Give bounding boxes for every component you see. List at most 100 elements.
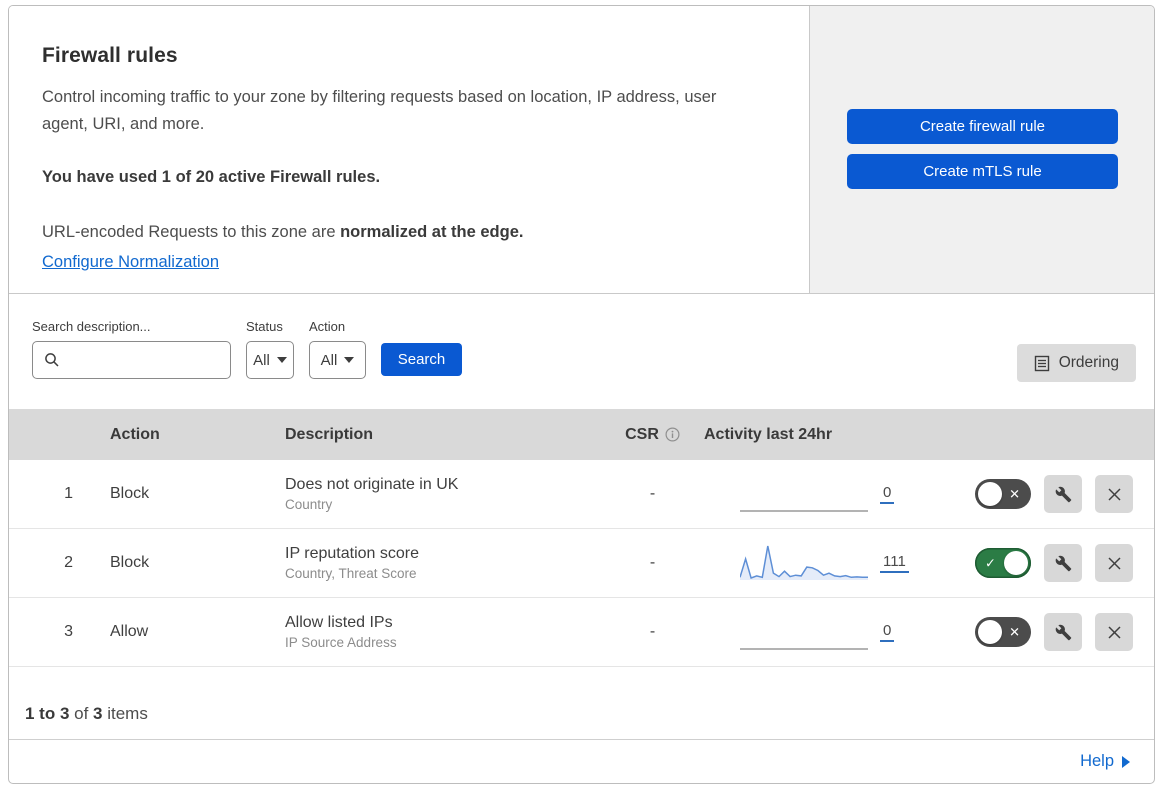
normalization-prefix: URL-encoded Requests to this zone are	[42, 223, 341, 242]
search-button[interactable]: Search	[381, 343, 462, 376]
delete-rule-button[interactable]	[1095, 475, 1133, 513]
rule-fields: Country, Threat Score	[285, 566, 417, 581]
usage-summary: You have used 1 of 20 active Firewall ru…	[42, 168, 381, 187]
check-icon: ✓	[985, 555, 996, 571]
toggle-knob	[1004, 551, 1028, 575]
rule-description-cell: Does not originate in UK Country	[272, 476, 587, 512]
action-filter-group: Action All	[309, 319, 366, 379]
table-row: 3 Allow Allow listed IPs IP Source Addre…	[9, 598, 1154, 667]
rule-description: Allow listed IPs	[285, 614, 393, 631]
filter-bar: Search description... Status All Action	[9, 294, 1154, 409]
status-filter-group: Status All	[246, 319, 294, 379]
top-section: Firewall rules Control incoming traffic …	[9, 6, 1154, 294]
status-label: Status	[246, 319, 283, 334]
rule-csr-value: -	[649, 623, 656, 640]
action-label: Action	[309, 319, 346, 334]
description-column-header: Description	[285, 425, 374, 443]
activity-sparkline	[740, 473, 868, 515]
help-label: Help	[1080, 752, 1114, 770]
wrench-icon	[1055, 486, 1071, 502]
arrow-right-icon	[1122, 755, 1130, 768]
firewall-rules-card: Firewall rules Control incoming traffic …	[8, 5, 1155, 784]
edit-rule-button[interactable]	[1044, 544, 1082, 582]
search-input[interactable]	[68, 351, 230, 369]
items-range: 1 to 3	[25, 704, 70, 723]
rule-description-cell: IP reputation score Country, Threat Scor…	[272, 545, 587, 581]
of-text: of	[69, 704, 94, 723]
activity-sparkline	[739, 542, 868, 584]
status-select[interactable]: All	[246, 341, 294, 379]
close-icon	[1107, 487, 1121, 501]
rule-fields: IP Source Address	[285, 635, 397, 650]
rule-controls-cell: ✓ ✕	[939, 544, 1154, 582]
rule-enabled-toggle[interactable]: ✓ ✕	[975, 548, 1031, 578]
pagination-summary: 1 to 3 of 3 items	[9, 667, 1154, 740]
action-select[interactable]: All	[309, 341, 366, 379]
info-icon[interactable]	[665, 427, 680, 442]
rule-priority: 3	[64, 623, 73, 640]
help-row: Help	[9, 740, 1154, 783]
activity-count-link[interactable]: 0	[880, 484, 895, 504]
rule-activity-cell: 111	[704, 542, 939, 584]
rule-activity-cell: 0	[704, 611, 939, 653]
rule-action: Allow	[110, 623, 149, 640]
search-box[interactable]	[32, 341, 231, 379]
create-mtls-rule-button[interactable]: Create mTLS rule	[847, 154, 1118, 189]
rule-csr-value: -	[649, 554, 656, 571]
rule-action: Block	[110, 485, 150, 502]
edit-rule-button[interactable]	[1044, 613, 1082, 651]
rule-action: Block	[110, 554, 150, 571]
wrench-icon	[1055, 555, 1071, 571]
csr-label: CSR	[625, 425, 659, 443]
rule-fields: Country	[285, 497, 333, 512]
close-icon	[1107, 625, 1121, 639]
search-group: Search description...	[32, 319, 231, 379]
edit-rule-button[interactable]	[1044, 475, 1082, 513]
close-icon	[1107, 556, 1121, 570]
create-firewall-rule-button[interactable]: Create firewall rule	[847, 109, 1118, 144]
action-column-header: Action	[110, 425, 160, 443]
table-header: Action Description CSR Activity last 24h…	[9, 409, 1154, 460]
page: Firewall rules Control incoming traffic …	[0, 0, 1161, 791]
rule-priority: 2	[64, 554, 73, 571]
items-text: items	[102, 704, 148, 723]
table-row: 2 Block IP reputation score Country, Thr…	[9, 529, 1154, 598]
x-icon: ✕	[1009, 624, 1020, 640]
rule-priority: 1	[64, 485, 73, 502]
action-selected-value: All	[320, 351, 338, 369]
chevron-down-icon	[344, 357, 355, 363]
rule-activity-cell: 0	[704, 473, 939, 515]
rule-description: IP reputation score	[285, 545, 420, 562]
intro-panel: Firewall rules Control incoming traffic …	[9, 6, 810, 293]
toggle-knob	[978, 620, 1002, 644]
rule-controls-cell: ✓ ✕	[939, 613, 1154, 651]
rule-enabled-toggle[interactable]: ✓ ✕	[975, 479, 1031, 509]
x-icon: ✕	[1009, 486, 1020, 502]
rule-description-cell: Allow listed IPs IP Source Address	[272, 614, 587, 650]
search-label: Search description...	[32, 319, 151, 334]
ordering-button[interactable]: Ordering	[1016, 344, 1136, 382]
activity-count-link[interactable]: 111	[880, 553, 909, 573]
status-selected-value: All	[253, 351, 270, 369]
rule-controls-cell: ✓ ✕	[939, 475, 1154, 513]
page-description: Control incoming traffic to your zone by…	[42, 88, 717, 133]
wrench-icon	[1055, 624, 1071, 640]
search-icon	[45, 353, 59, 367]
delete-rule-button[interactable]	[1095, 544, 1133, 582]
chevron-down-icon	[276, 357, 287, 363]
normalization-bold: normalized at the edge.	[340, 223, 524, 242]
activity-count-link[interactable]: 0	[880, 622, 895, 642]
activity-column-header: Activity last 24hr	[704, 425, 833, 443]
actions-panel: Create firewall rule Create mTLS rule	[810, 6, 1154, 293]
page-title: Firewall rules	[42, 44, 178, 67]
rule-enabled-toggle[interactable]: ✓ ✕	[975, 617, 1031, 647]
rule-csr-value: -	[649, 485, 656, 502]
delete-rule-button[interactable]	[1095, 613, 1133, 651]
activity-sparkline	[740, 611, 868, 653]
configure-normalization-link[interactable]: Configure Normalization	[42, 253, 219, 271]
ordering-list-icon	[1034, 355, 1049, 371]
ordering-button-label: Ordering	[1058, 354, 1119, 371]
rule-description: Does not originate in UK	[285, 476, 459, 493]
help-link[interactable]: Help	[1080, 752, 1130, 771]
toggle-knob	[978, 482, 1002, 506]
